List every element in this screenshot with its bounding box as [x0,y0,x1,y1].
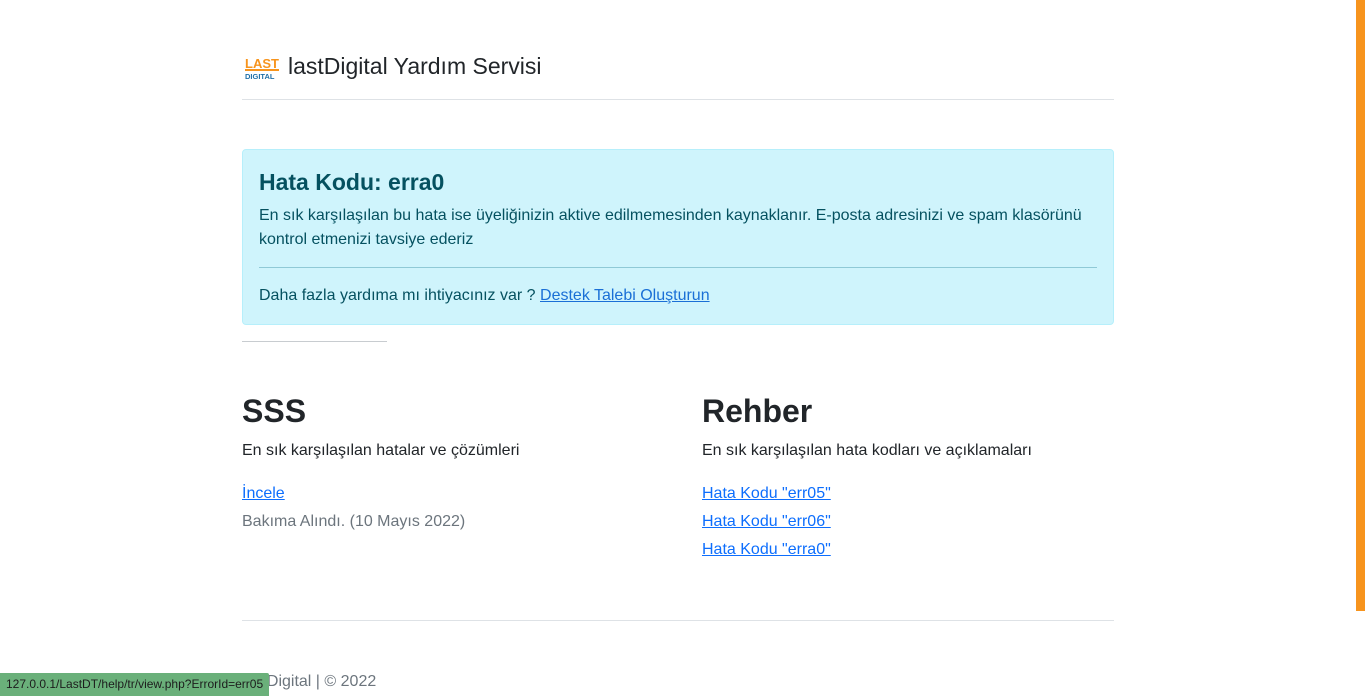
error-message: En sık karşılaşılan bu hata ise üyeliğin… [259,207,1082,248]
faq-status: Bakıma Alındı. (10 Mayıs 2022) [242,513,466,530]
create-support-ticket-link[interactable]: Destek Talebi Oluşturun [540,287,710,304]
guide-link-err06[interactable]: Hata Kodu "err06" [702,508,1122,536]
alert-divider [259,267,1097,268]
error-alert: Hata Kodu: erra0 En sık karşılaşılan bu … [242,149,1114,325]
section-divider [242,341,387,342]
header: LAST DIGITAL lastDigital Yardım Servisi [242,0,1114,100]
site-title[interactable]: lastDigital Yardım Servisi [288,51,542,81]
guide-title: Rehber [702,393,813,429]
svg-text:DIGITAL: DIGITAL [245,72,275,81]
main-container: LAST DIGITAL lastDigital Yardım Servisi … [242,0,1114,690]
page: LAST DIGITAL lastDigital Yardım Servisi … [0,0,1365,696]
scrollbar-accent[interactable] [1356,0,1365,611]
faq-inspect-link[interactable]: İncele [242,480,662,508]
faq-section: SSS En sık karşılaşılan hatalar ve çözüm… [242,392,662,536]
faq-description: En sık karşılaşılan hatalar ve çözümleri [242,442,520,459]
svg-text:LAST: LAST [245,56,279,71]
logo-graphic: LAST DIGITAL [245,56,279,81]
guide-section: Rehber En sık karşılaşılan hata kodları … [702,392,1122,564]
guide-link-erra0[interactable]: Hata Kodu "erra0" [702,536,1122,564]
lastdigital-logo[interactable]: LAST DIGITAL [244,55,280,81]
browser-status-url: 127.0.0.1/LastDT/help/tr/view.php?ErrorI… [0,673,270,696]
footer-divider [242,620,1114,621]
guide-description: En sık karşılaşılan hata kodları ve açık… [702,442,1032,459]
faq-title: SSS [242,393,307,429]
help-text: Daha fazla yardıma mı ihtiyacınız var ? [259,287,536,304]
guide-link-err05[interactable]: Hata Kodu "err05" [702,480,1122,508]
error-code-heading: Hata Kodu: erra0 [259,169,445,195]
help-line: Daha fazla yardıma mı ihtiyacınız var ? … [259,284,1097,308]
